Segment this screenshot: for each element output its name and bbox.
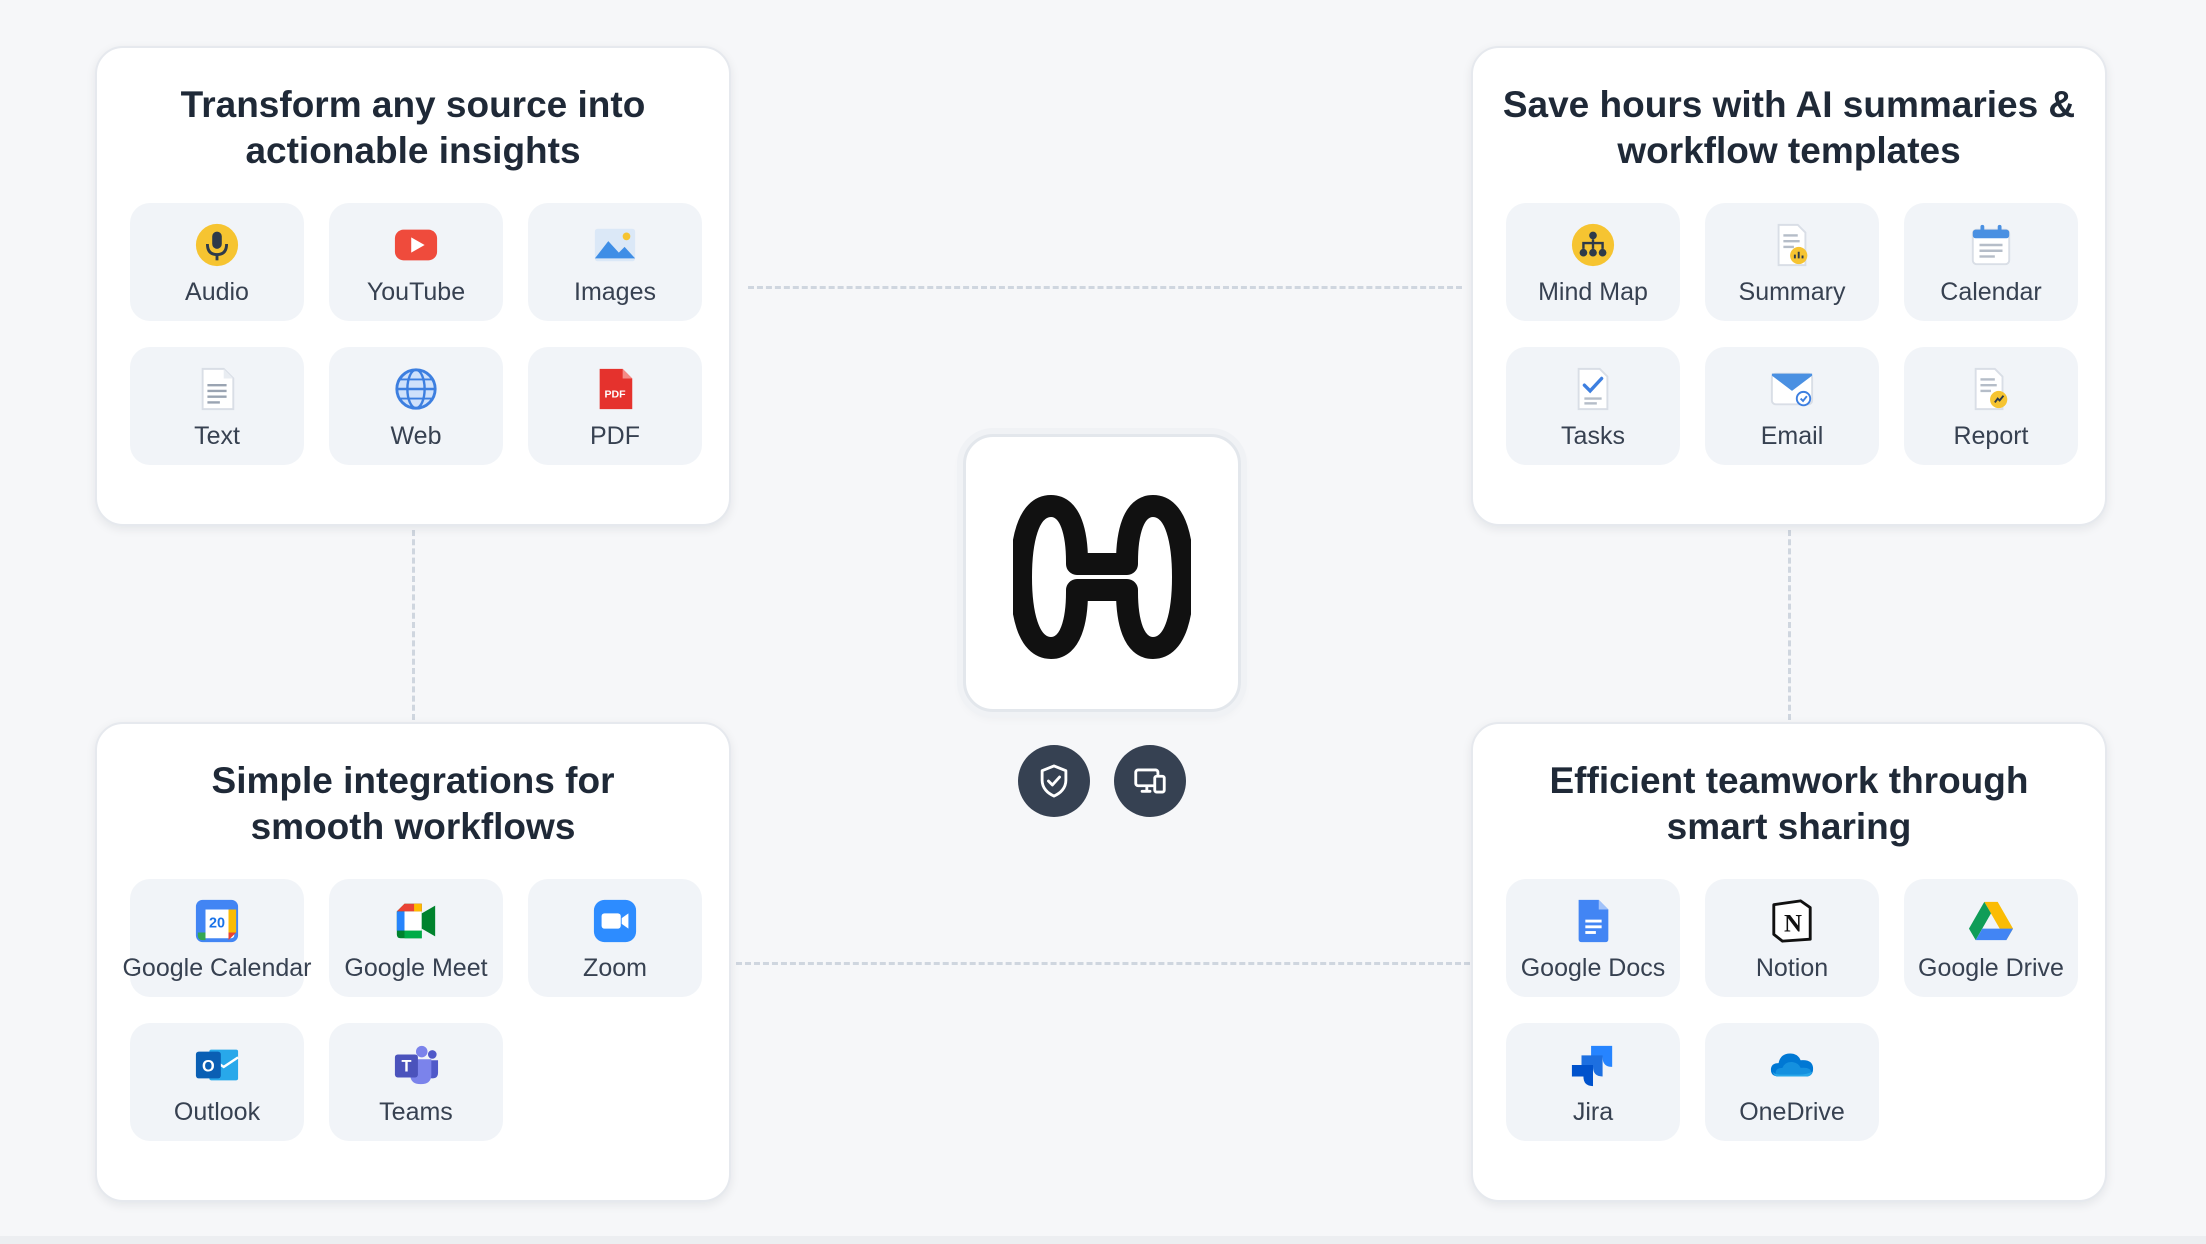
integration-label: Zoom [583, 954, 647, 982]
mind-map-icon [1569, 221, 1617, 269]
integration-label: Teams [379, 1098, 453, 1126]
connector-top [748, 286, 1462, 289]
teams-icon: T [392, 1041, 440, 1089]
sharing-label: OneDrive [1739, 1098, 1845, 1126]
text-document-icon [193, 365, 241, 413]
template-tile-report[interactable]: Report [1904, 347, 2078, 465]
panel-templates-title: Save hours with AI summaries & workflow … [1502, 84, 2076, 171]
notion-icon: N [1768, 897, 1816, 945]
jira-icon [1569, 1041, 1617, 1089]
template-tile-email[interactable]: Email [1705, 347, 1879, 465]
page-bottom-edge [0, 1236, 2206, 1244]
source-label: YouTube [366, 278, 466, 306]
template-label: Calendar [1940, 278, 2042, 306]
google-meet-icon [392, 897, 440, 945]
source-tile-audio[interactable]: Audio [130, 203, 304, 321]
template-label: Mind Map [1538, 278, 1648, 306]
connector-right [1788, 530, 1791, 720]
source-tile-pdf[interactable]: PDF PDF [528, 347, 702, 465]
template-tile-summary[interactable]: Summary [1705, 203, 1879, 321]
email-icon [1768, 365, 1816, 413]
integration-tile-teams[interactable]: T Teams [329, 1023, 503, 1141]
onedrive-icon [1768, 1041, 1816, 1089]
sharing-label: Notion [1755, 954, 1829, 982]
source-label: Text [194, 422, 240, 450]
sharing-label: Jira [1572, 1098, 1614, 1126]
source-tile-youtube[interactable]: YouTube [329, 203, 503, 321]
panel-sharing: Efficient teamwork through smart sharing… [1471, 722, 2107, 1202]
zoom-icon [591, 897, 639, 945]
template-label: Summary [1738, 278, 1846, 306]
calendar-badge: 20 [209, 916, 225, 932]
calendar-icon [1967, 221, 2015, 269]
image-icon [591, 221, 639, 269]
source-tile-images[interactable]: Images [528, 203, 702, 321]
devices-button[interactable] [1114, 745, 1186, 817]
summary-icon [1768, 221, 1816, 269]
globe-icon [392, 365, 440, 413]
panel-templates: Save hours with AI summaries & workflow … [1471, 46, 2107, 526]
sharing-tile-google-docs[interactable]: Google Docs [1506, 879, 1680, 997]
source-tile-web[interactable]: Web [329, 347, 503, 465]
sharing-tile-onedrive[interactable]: OneDrive [1705, 1023, 1879, 1141]
youtube-icon [392, 221, 440, 269]
notion-badge: N [1784, 911, 1802, 938]
security-button[interactable] [1018, 745, 1090, 817]
panel-integrations-title: Simple integrations for smooth workflows [211, 760, 615, 847]
template-label: Report [1953, 422, 2029, 450]
devices-icon [1134, 768, 1166, 794]
pdf-badge: PDF [604, 389, 626, 401]
template-label: Email [1760, 422, 1824, 450]
template-tile-calendar[interactable]: Calendar [1904, 203, 2078, 321]
shield-check-icon [1040, 764, 1068, 798]
source-tile-text[interactable]: Text [130, 347, 304, 465]
source-label: Audio [185, 278, 249, 306]
connector-bottom [736, 962, 1470, 965]
integration-tile-zoom[interactable]: Zoom [528, 879, 702, 997]
template-tile-mind-map[interactable]: Mind Map [1506, 203, 1680, 321]
outlook-badge: O [202, 1058, 215, 1076]
pdf-icon: PDF [591, 365, 639, 413]
outlook-icon: O [193, 1041, 241, 1089]
sharing-label: Google Drive [1918, 954, 2064, 982]
connector-left [412, 530, 415, 720]
integration-tile-google-meet[interactable]: Google Meet [329, 879, 503, 997]
integration-tile-google-calendar[interactable]: 20 Google Calendar [122, 879, 312, 997]
tasks-icon [1569, 365, 1617, 413]
teams-badge: T [401, 1058, 411, 1076]
template-tile-tasks[interactable]: Tasks [1506, 347, 1680, 465]
google-drive-icon [1967, 897, 2015, 945]
microphone-icon [193, 221, 241, 269]
panel-sources: Transform any source into actionable ins… [95, 46, 731, 526]
panel-sources-title: Transform any source into actionable ins… [180, 84, 646, 171]
brand-logo-card [963, 434, 1241, 712]
source-label: Web [390, 422, 442, 450]
source-label: PDF [590, 422, 640, 450]
sharing-tile-jira[interactable]: Jira [1506, 1023, 1680, 1141]
source-label: Images [574, 278, 656, 306]
integration-tile-outlook[interactable]: O Outlook [130, 1023, 304, 1141]
template-label: Tasks [1561, 422, 1625, 450]
sharing-tile-notion[interactable]: N Notion [1705, 879, 1879, 997]
integration-label: Google Meet [344, 954, 488, 982]
google-calendar-icon: 20 [193, 897, 241, 945]
brand-logo-icon [1013, 495, 1191, 659]
integration-label: Google Calendar [122, 954, 312, 982]
panel-integrations: Simple integrations for smooth workflows… [95, 722, 731, 1202]
sharing-tile-google-drive[interactable]: Google Drive [1904, 879, 2078, 997]
panel-sharing-title: Efficient teamwork through smart sharing [1549, 760, 2029, 847]
integration-label: Outlook [173, 1098, 261, 1126]
report-icon [1967, 365, 2015, 413]
sharing-label: Google Docs [1520, 954, 1666, 982]
google-docs-icon [1569, 897, 1617, 945]
